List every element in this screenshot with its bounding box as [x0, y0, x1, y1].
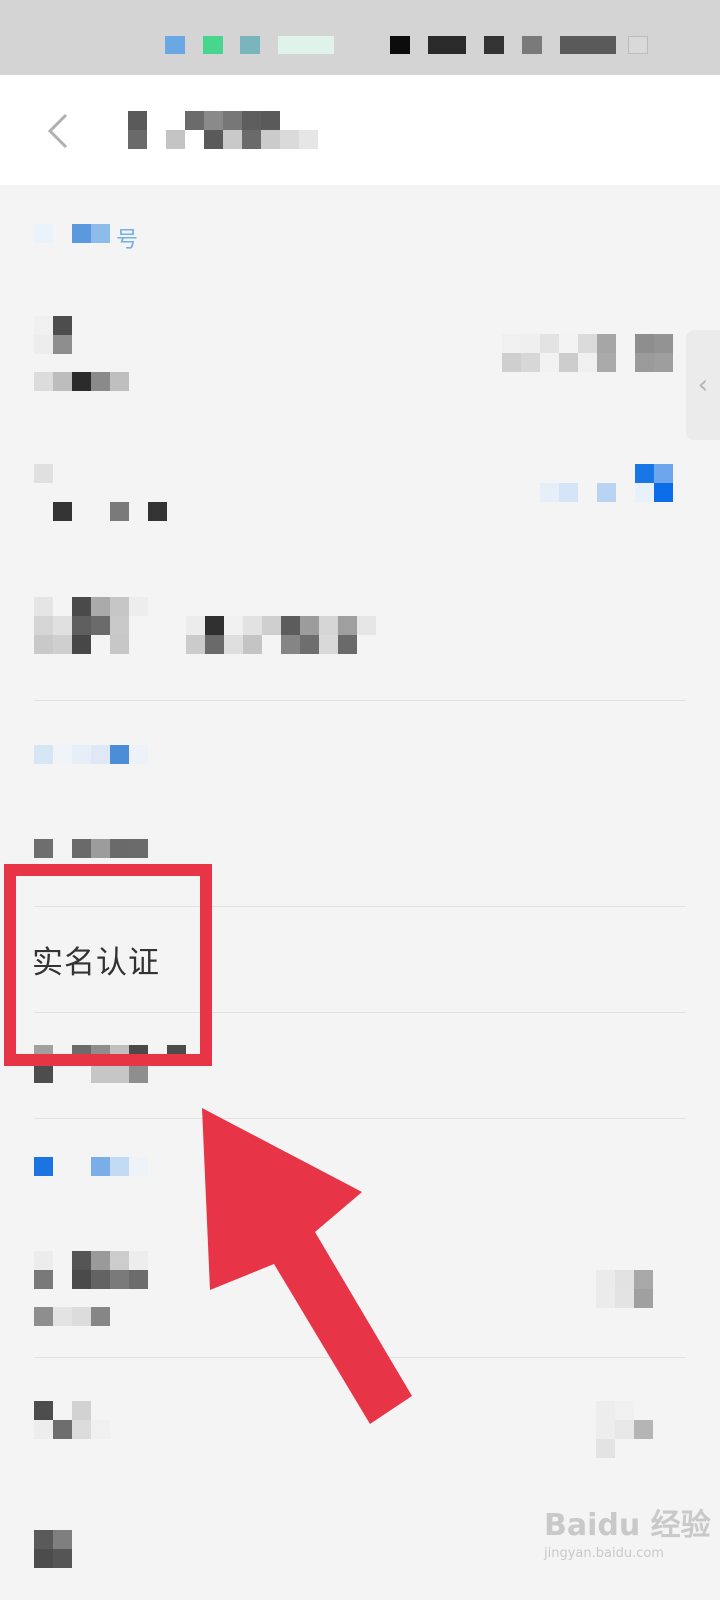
- app-bar: [0, 75, 720, 185]
- list-item-title: [34, 839, 154, 858]
- list-item-title: [34, 316, 134, 354]
- list-item-value: [540, 464, 680, 502]
- status-icon: [428, 36, 466, 54]
- status-icon: [240, 36, 260, 54]
- list-item-subtitle: [34, 502, 214, 521]
- list-item-description: [34, 597, 394, 654]
- section-label: [34, 1157, 154, 1176]
- section-label-account: [34, 224, 114, 243]
- battery-icon: [628, 36, 648, 54]
- highlight-box: [4, 864, 212, 1066]
- status-icon: [390, 36, 410, 54]
- status-icon: [165, 36, 185, 54]
- watermark-url: jingyan.baidu.com: [544, 1546, 664, 1561]
- status-icon: [203, 36, 223, 54]
- divider: [34, 700, 686, 701]
- watermark-brand: Baidu 经验: [544, 1508, 711, 1543]
- list-item-title: [34, 1401, 134, 1439]
- list-item[interactable]: [0, 585, 720, 685]
- list-item-title: [34, 1530, 74, 1568]
- section-label: [34, 745, 154, 764]
- list-item-title: [34, 464, 53, 483]
- status-icon: [522, 36, 542, 54]
- list-item-value: [596, 1401, 656, 1458]
- list-item-value: [596, 1270, 656, 1308]
- list-item-title: [34, 1251, 154, 1289]
- page-title: [128, 111, 318, 149]
- list-item-subtitle: [34, 1307, 134, 1326]
- status-icon: [278, 36, 334, 54]
- back-button[interactable]: [30, 103, 86, 159]
- list-item-subtitle: [34, 372, 134, 391]
- status-icon: [560, 36, 616, 54]
- list-item[interactable]: [0, 440, 720, 560]
- list-item-value: [502, 334, 673, 372]
- watermark: Baidu 经验 jingyan.baidu.com: [544, 1500, 714, 1580]
- status-bar: [0, 0, 720, 75]
- chevron-left-icon: [47, 113, 68, 149]
- annotation-arrow-icon: [202, 1108, 412, 1424]
- section-label-suffix: 号: [116, 228, 139, 253]
- status-icon: [484, 36, 504, 54]
- list-item[interactable]: [0, 260, 720, 430]
